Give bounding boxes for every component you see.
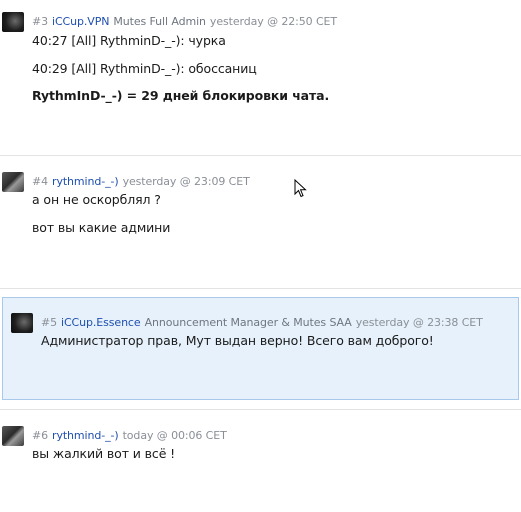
post-text-line: 40:27 [All] RythminD-_-): чурка [32,33,226,48]
username-link[interactable]: iCCup.VPN [52,15,109,28]
post-number[interactable]: #3 [32,15,48,28]
user-role: Mutes Full Admin [113,15,206,28]
post-text-line: 40:29 [All] RythminD-_-): обоссаниц [32,61,257,76]
avatar[interactable] [2,12,24,32]
post-timestamp: today @ 00:06 CET [122,429,227,442]
post-meta: #4 rythmind-_-) yesterday @ 23:09 CET [32,175,250,188]
post-timestamp: yesterday @ 23:09 CET [122,175,250,188]
post-timestamp: yesterday @ 22:50 CET [209,15,338,28]
avatar[interactable] [2,426,24,446]
avatar[interactable] [2,172,24,192]
post-text-line: Администратор прав, Мут выдан верно! Все… [41,333,434,348]
post-divider [0,288,521,289]
highlighted-post-background [2,297,519,400]
mouse-cursor-icon [294,179,307,198]
post-text-line: вы жалкий вот и всё ! [32,446,176,461]
post-number[interactable]: #5 [41,316,57,329]
post-text-line: а он не оскорблял ? [32,192,161,207]
post-number[interactable]: #6 [32,429,48,442]
username-link[interactable]: rythmind-_-) [52,175,119,188]
post-meta: #3 iCCup.VPN Mutes Full Admin yesterday @ 2… [32,15,337,28]
post-divider [0,409,521,410]
post-number[interactable]: #4 [32,175,48,188]
username-link[interactable]: rythmind-_-) [52,429,119,442]
post-divider [0,155,521,156]
user-role: Announcement Manager & Mutes SAA [144,316,352,329]
post-text-line: RythmInD-_-) = 29 дней блокировки чата. [32,88,330,103]
post-timestamp: yesterday @ 23:38 CET [355,316,483,329]
post-text-line: вот вы какие админи [32,220,171,235]
post-meta: #6 rythmind-_-) today @ 00:06 CET [32,429,227,442]
post-meta: #5 iCCup.Essence Announcement Manager & Mu… [41,316,483,329]
username-link[interactable]: iCCup.Essence [61,316,141,329]
avatar[interactable] [11,313,33,333]
